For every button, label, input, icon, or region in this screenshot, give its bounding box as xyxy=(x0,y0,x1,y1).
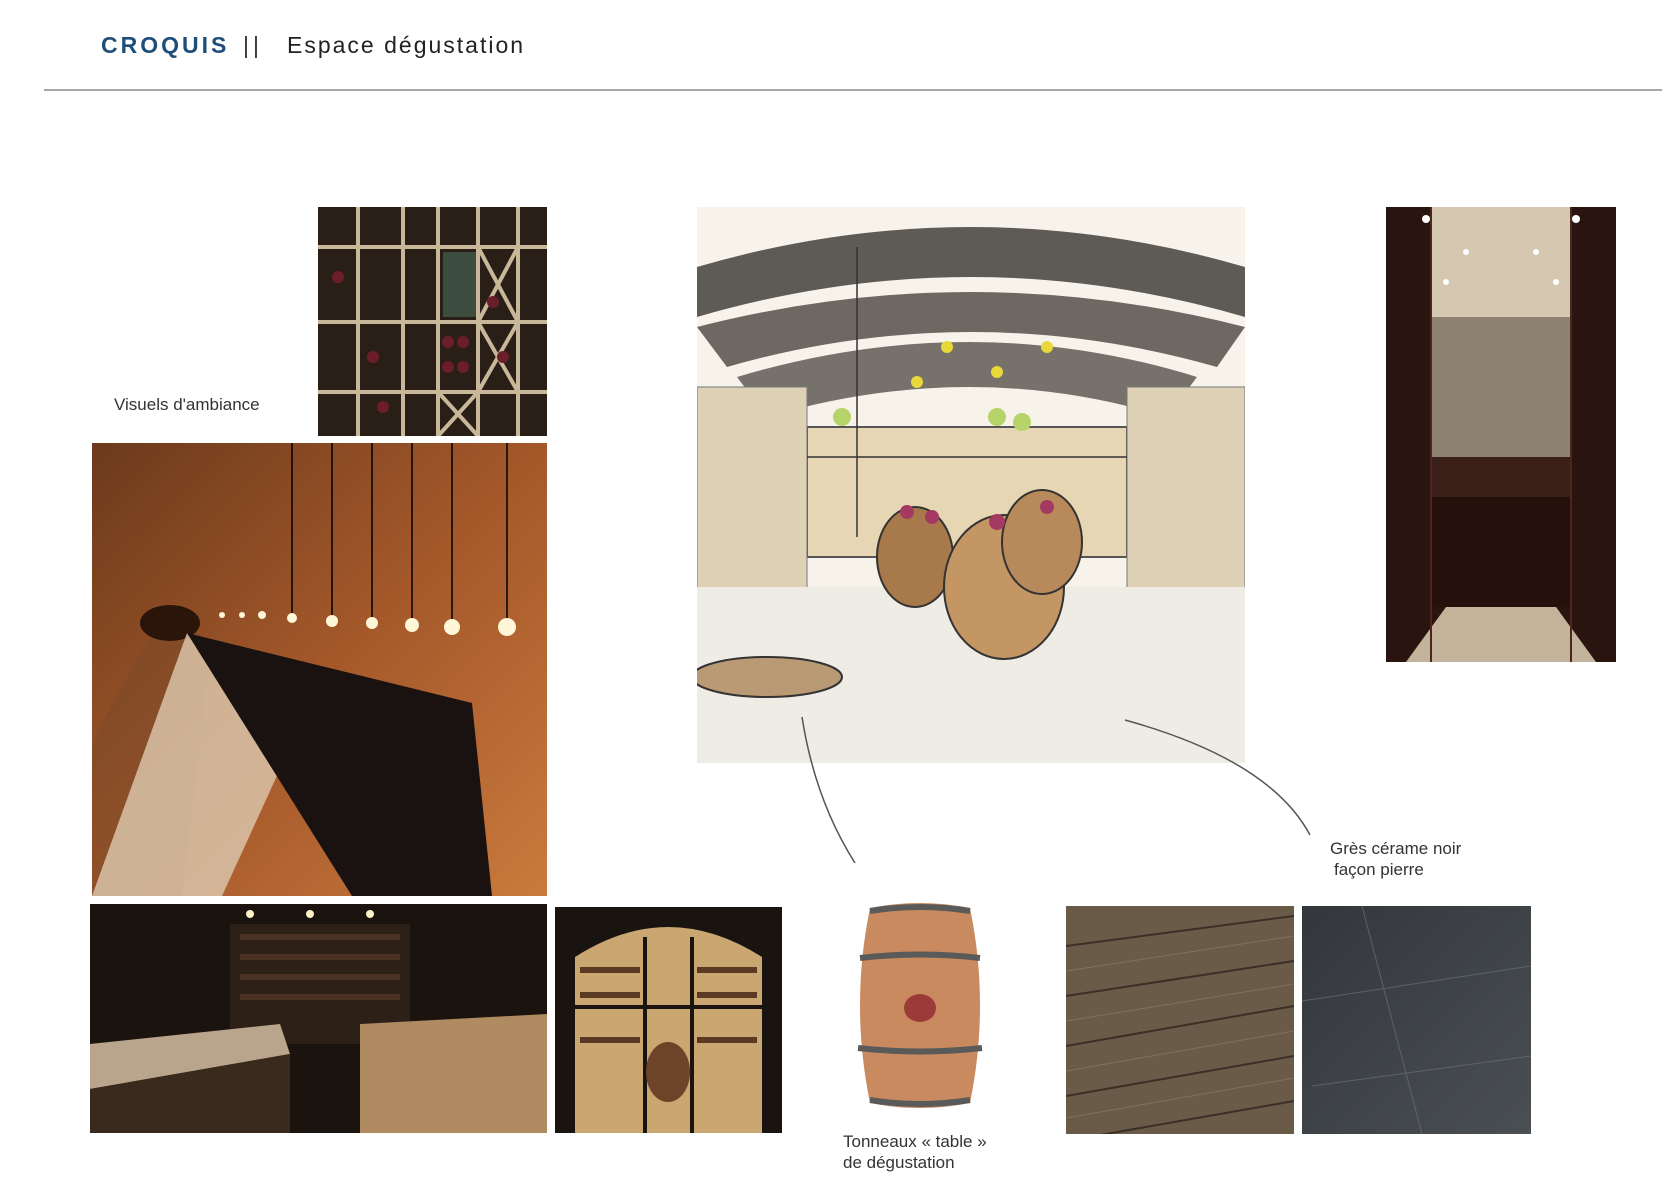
barrel-label-line2: de dégustation xyxy=(843,1153,955,1172)
wine-barrel-image xyxy=(850,903,990,1108)
wood-floor-photo xyxy=(1066,906,1294,1134)
black-stone-tile-photo xyxy=(1302,906,1531,1134)
tiles-label-line2: façon pierre xyxy=(1334,860,1424,879)
barrel-label-line1: Tonneaux « table » xyxy=(843,1132,987,1151)
tiles-label-line1: Grès cérame noir xyxy=(1330,839,1462,858)
